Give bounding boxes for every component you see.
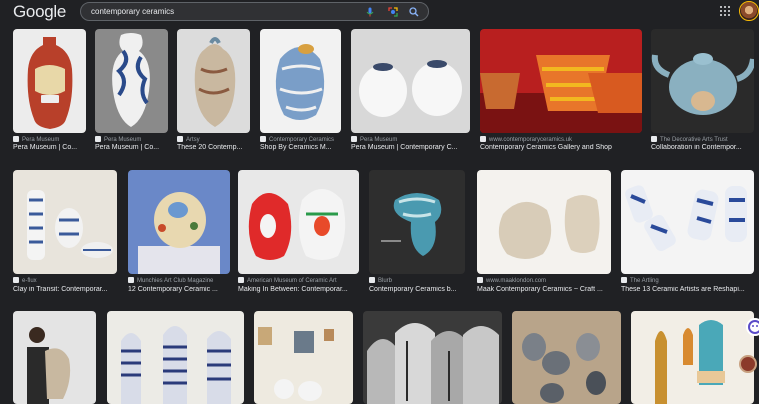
search-input[interactable] — [91, 4, 351, 19]
result-source: Contemporary Ceramics — [269, 137, 335, 143]
result-thumbnail[interactable] — [363, 311, 502, 404]
result-title[interactable]: Contemporary Ceramics b... — [369, 286, 465, 293]
result-source: Pera Museum — [22, 137, 60, 143]
result-title[interactable]: These 20 Contemp... — [177, 144, 250, 151]
avatar[interactable] — [739, 1, 759, 21]
result-thumbnail[interactable] — [177, 29, 250, 133]
result-thumbnail[interactable] — [512, 311, 621, 404]
result-source: www.maaklondon.com — [486, 278, 547, 284]
result-thumbnail[interactable] — [95, 29, 168, 133]
result-source: The Artling — [630, 278, 659, 284]
google-logo[interactable]: Google — [13, 2, 66, 22]
result-thumbnail[interactable] — [651, 29, 754, 133]
favicon-icon — [13, 277, 19, 283]
search-icon[interactable] — [408, 6, 420, 18]
result-title[interactable]: Collaboration in Contempor... — [651, 144, 754, 151]
favicon-icon — [369, 277, 375, 283]
favicon-icon — [13, 136, 19, 142]
result-thumbnail[interactable] — [369, 170, 465, 274]
assistant-icon[interactable] — [746, 318, 759, 336]
floating-avatar[interactable] — [739, 355, 757, 373]
favicon-icon — [621, 277, 627, 283]
result-thumbnail[interactable] — [238, 170, 359, 274]
result-source: Munchies Art Club Magazine — [137, 278, 214, 284]
favicon-icon — [238, 277, 244, 283]
result-source: Artsy — [186, 137, 200, 143]
result-source: The Decorative Arts Trust — [660, 137, 728, 143]
lens-icon[interactable] — [387, 6, 399, 18]
favicon-icon — [480, 136, 486, 142]
result-title[interactable]: Pera Museum | Co... — [13, 144, 86, 151]
result-thumbnail[interactable] — [480, 29, 642, 133]
result-source: American Museum of Ceramic Art — [247, 278, 337, 284]
result-title[interactable]: 12 Contemporary Ceramic ... — [128, 286, 230, 293]
search-box[interactable] — [80, 2, 429, 21]
result-thumbnail[interactable] — [107, 311, 244, 404]
result-thumbnail[interactable] — [631, 311, 754, 404]
result-thumbnail[interactable] — [260, 29, 341, 133]
result-title[interactable]: These 13 Ceramic Artists are Reshapi... — [621, 286, 754, 293]
assistant-icon-graphic — [748, 320, 759, 334]
result-thumbnail[interactable] — [128, 170, 230, 274]
result-title[interactable]: Pera Museum | Contemporary C... — [351, 144, 470, 151]
header-bar: Google — [0, 0, 759, 24]
mic-icon[interactable] — [364, 6, 376, 18]
result-thumbnail[interactable] — [13, 170, 117, 274]
result-thumbnail[interactable] — [13, 29, 86, 133]
favicon-icon — [260, 136, 266, 142]
result-title[interactable]: Maak Contemporary Ceramics ~ Craft ... — [477, 286, 611, 293]
result-title[interactable]: Shop By Ceramics M... — [260, 144, 341, 151]
favicon-icon — [95, 136, 101, 142]
result-thumbnail[interactable] — [351, 29, 470, 133]
favicon-icon — [351, 136, 357, 142]
result-title[interactable]: Contemporary Ceramics Gallery and Shop — [480, 144, 642, 151]
result-source: Pera Museum — [104, 137, 142, 143]
result-title[interactable]: Clay in Transit: Contemporar... — [13, 286, 117, 293]
result-source: Blurb — [378, 278, 393, 284]
result-title[interactable]: Pera Museum | Co... — [95, 144, 168, 151]
favicon-icon — [177, 136, 183, 142]
result-title[interactable]: Making In Between: Contemporar... — [238, 286, 359, 293]
apps-icon[interactable] — [719, 5, 731, 17]
result-thumbnail[interactable] — [477, 170, 611, 274]
favicon-icon — [651, 136, 657, 142]
result-thumbnail[interactable] — [254, 311, 353, 404]
result-thumbnail[interactable] — [13, 311, 96, 404]
result-source: e-flux — [22, 278, 37, 284]
result-source: www.contemporaryceramics.uk — [489, 137, 573, 143]
result-source: Pera Museum — [360, 137, 398, 143]
favicon-icon — [128, 277, 134, 283]
favicon-icon — [477, 277, 483, 283]
result-thumbnail[interactable] — [621, 170, 754, 274]
